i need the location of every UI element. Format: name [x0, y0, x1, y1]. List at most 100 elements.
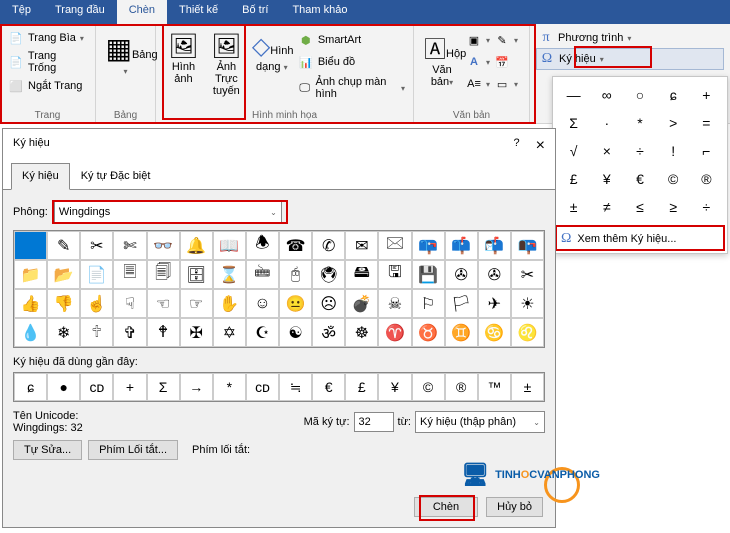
recent-symbol[interactable]: ®: [445, 373, 478, 401]
symbol-cell[interactable]: ⌛: [213, 260, 246, 289]
symbol-option[interactable]: £: [557, 165, 590, 193]
symbol-cell[interactable]: ❄: [47, 318, 80, 347]
recent-symbol[interactable]: ©: [412, 373, 445, 401]
symbol-cell[interactable]: 👓: [147, 231, 180, 260]
symbol-cell[interactable]: 🖰: [279, 260, 312, 289]
symbol-option[interactable]: !: [657, 137, 690, 165]
tab-design[interactable]: Thiết kế: [167, 0, 230, 24]
tab-special-chars[interactable]: Ký tự Đặc biệt: [70, 163, 162, 189]
symbol-cell[interactable]: ♉: [412, 318, 445, 347]
recent-symbol[interactable]: ≒: [279, 373, 312, 401]
from-select[interactable]: Ký hiệu (thập phân)⌄: [415, 411, 545, 433]
symbol-cell[interactable]: ☯: [279, 318, 312, 347]
symbol-cell[interactable]: 👍: [14, 289, 47, 318]
symbol-cell[interactable]: ✇: [445, 260, 478, 289]
symbol-option[interactable]: —: [557, 81, 590, 109]
symbol-option[interactable]: ·: [590, 109, 623, 137]
equation-button[interactable]: πPhương trình ▾: [536, 28, 724, 48]
recent-symbol[interactable]: ¥: [378, 373, 411, 401]
symbol-option[interactable]: ¥: [590, 165, 623, 193]
symbol-cell[interactable]: ॐ: [312, 318, 345, 347]
symbol-option[interactable]: ⌐: [690, 137, 723, 165]
symbol-cell[interactable]: 👎: [47, 289, 80, 318]
symbol-option[interactable]: ≤: [623, 193, 656, 221]
symbol-cell[interactable]: 🏳: [445, 289, 478, 318]
recent-symbol[interactable]: Σ: [147, 373, 180, 401]
symbol-cell[interactable]: ✉: [345, 231, 378, 260]
symbol-cell[interactable]: 🖫: [378, 260, 411, 289]
symbol-cell[interactable]: ☠: [378, 289, 411, 318]
symbol-cell[interactable]: ✇: [478, 260, 511, 289]
symbol-cell[interactable]: 📪: [412, 231, 445, 260]
symbol-option[interactable]: ∞: [590, 81, 623, 109]
symbol-cell[interactable]: 🗏: [113, 260, 146, 289]
recent-symbol[interactable]: £: [345, 373, 378, 401]
symbol-option[interactable]: ≥: [657, 193, 690, 221]
symbol-cell[interactable]: 📄: [80, 260, 113, 289]
symbol-cell[interactable]: ☪: [246, 318, 279, 347]
symbol-cell[interactable]: 🖮: [246, 260, 279, 289]
help-button[interactable]: ?: [514, 137, 520, 155]
tab-home[interactable]: Trang đầu: [43, 0, 117, 24]
symbol-option[interactable]: +: [690, 81, 723, 109]
tab-references[interactable]: Tham khảo: [280, 0, 359, 24]
symbol-cell[interactable]: 🕈: [147, 318, 180, 347]
autocorrect-button[interactable]: Tự Sửa...: [13, 440, 82, 460]
symbol-cell[interactable]: 🕭: [246, 231, 279, 260]
tab-insert[interactable]: Chèn: [117, 0, 167, 24]
symbol-cell[interactable]: 🗐: [147, 260, 180, 289]
symbol-cell[interactable]: ✂: [80, 231, 113, 260]
recent-symbol[interactable]: *: [213, 373, 246, 401]
tab-layout[interactable]: Bố trí: [230, 0, 280, 24]
symbol-cell[interactable]: [14, 231, 47, 260]
recent-symbol[interactable]: ±: [511, 373, 544, 401]
recent-symbol[interactable]: +: [113, 373, 146, 401]
symbol-cell[interactable]: 📁: [14, 260, 47, 289]
symbol-cell[interactable]: ✈: [478, 289, 511, 318]
symbol-option[interactable]: ○: [623, 81, 656, 109]
symbol-cell[interactable]: ☟: [113, 289, 146, 318]
symbol-cell[interactable]: 🔔: [180, 231, 213, 260]
symbol-cell[interactable]: 📖: [213, 231, 246, 260]
symbol-option[interactable]: ÷: [690, 193, 723, 221]
symbol-option[interactable]: ±: [557, 193, 590, 221]
symbol-cell[interactable]: ☎: [279, 231, 312, 260]
symbol-option[interactable]: ÷: [623, 137, 656, 165]
code-input[interactable]: [354, 412, 394, 432]
symbol-cell[interactable]: ♌: [511, 318, 544, 347]
symbol-cell[interactable]: 💣: [345, 289, 378, 318]
symbol-cell[interactable]: ✂: [511, 260, 544, 289]
symbol-cell[interactable]: ✞: [113, 318, 146, 347]
symbol-cell[interactable]: ☜: [147, 289, 180, 318]
recent-symbol[interactable]: ●: [47, 373, 80, 401]
symbol-cell[interactable]: ☀: [511, 289, 544, 318]
close-button[interactable]: ×: [536, 137, 545, 155]
symbol-option[interactable]: ≠: [590, 193, 623, 221]
symbol-cell[interactable]: 📫: [445, 231, 478, 260]
symbol-cell[interactable]: ✡: [213, 318, 246, 347]
recent-symbol[interactable]: →: [180, 373, 213, 401]
recent-symbol[interactable]: ɕ: [14, 373, 47, 401]
symbol-option[interactable]: ɕ: [657, 81, 690, 109]
symbol-cell[interactable]: 🖲: [312, 260, 345, 289]
symbol-cell[interactable]: 🖴: [345, 260, 378, 289]
symbol-cell[interactable]: ♈: [378, 318, 411, 347]
symbol-option[interactable]: *: [623, 109, 656, 137]
recent-symbol[interactable]: ᴄᴅ: [80, 373, 113, 401]
symbol-option[interactable]: √: [557, 137, 590, 165]
symbol-cell[interactable]: ✠: [180, 318, 213, 347]
symbol-cell[interactable]: 💾: [412, 260, 445, 289]
symbol-cell[interactable]: ✋: [213, 289, 246, 318]
symbol-cell[interactable]: ☺: [246, 289, 279, 318]
symbol-cell[interactable]: 😐: [279, 289, 312, 318]
tab-file[interactable]: Tệp: [0, 0, 43, 24]
symbol-cell[interactable]: ☝: [80, 289, 113, 318]
recent-symbol[interactable]: ™: [478, 373, 511, 401]
symbol-option[interactable]: ©: [657, 165, 690, 193]
symbol-cell[interactable]: 📭: [511, 231, 544, 260]
symbol-cell[interactable]: ♊: [445, 318, 478, 347]
cancel-button[interactable]: Hủy bỏ: [486, 497, 543, 517]
symbol-option[interactable]: >: [657, 109, 690, 137]
shortcut-key-button[interactable]: Phím Lối tắt...: [88, 440, 178, 460]
symbol-option[interactable]: Σ: [557, 109, 590, 137]
